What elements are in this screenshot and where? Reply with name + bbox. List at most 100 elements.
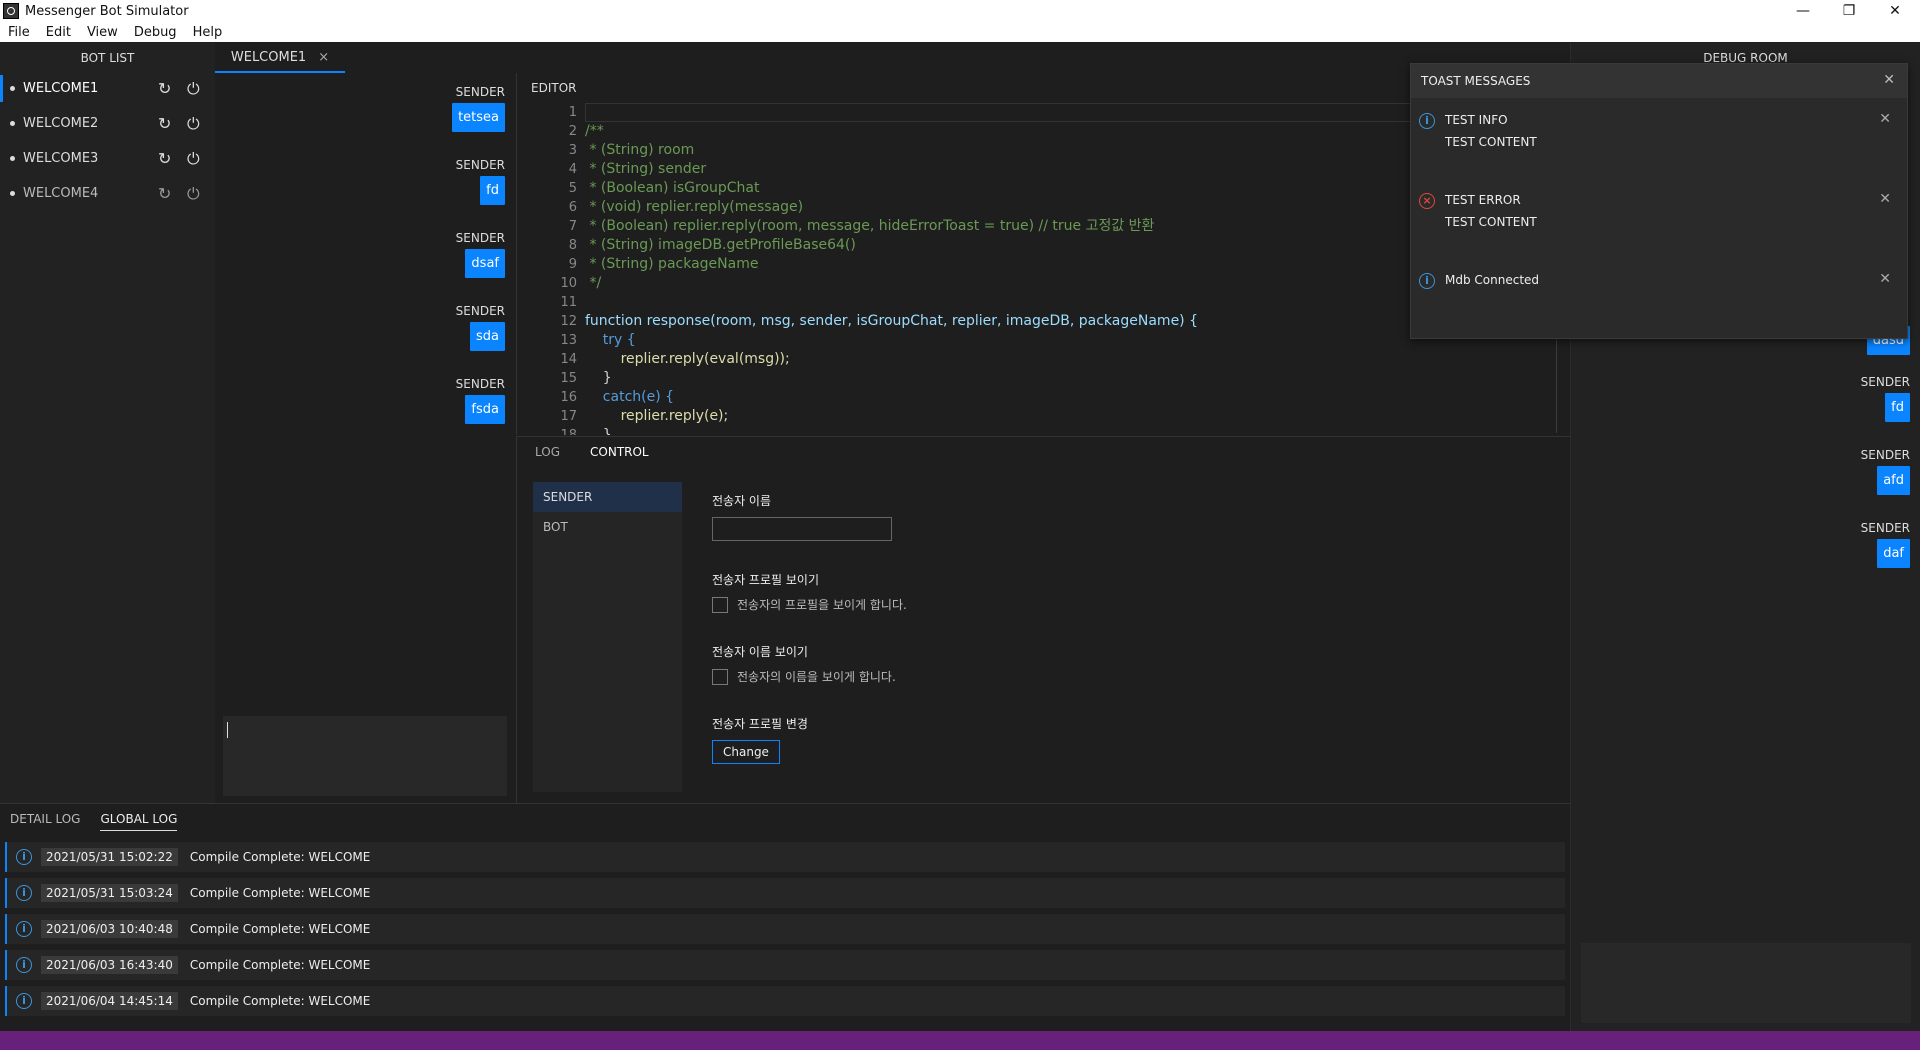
sender-message: SENDER dsaf	[456, 231, 505, 278]
power-icon[interactable]: ⏻	[187, 184, 200, 204]
reload-icon[interactable]: ↻	[158, 114, 171, 133]
bot-item-welcome3[interactable]: WELCOME3 ↻ ⏻	[0, 141, 215, 176]
bullet-icon	[10, 86, 15, 91]
code-area[interactable]: 1 2/** 3 * (String) room 4 * (String) se…	[517, 103, 1557, 435]
show-profile-label: 전송자 프로필 보이기	[712, 573, 819, 587]
tab-control[interactable]: CONTROL	[590, 445, 649, 459]
code-line: * (Boolean) isGroupChat	[585, 180, 760, 196]
close-window-button[interactable]: ✕	[1872, 0, 1918, 22]
log-row: i 2021/05/31 15:03:24 Compile Complete: …	[5, 878, 1565, 908]
code-line: * (String) imageDB.getProfileBase64()	[585, 237, 856, 253]
toast-item-title: TEST ERROR	[1445, 193, 1521, 207]
menu-view[interactable]: View	[79, 25, 126, 40]
code-line: replier.reply(e);	[585, 408, 729, 424]
show-name-row: 전송자의 이름을 보이게 합니다.	[712, 668, 1112, 685]
reload-icon[interactable]: ↻	[158, 79, 171, 98]
bullet-icon	[10, 191, 15, 196]
bot-item-welcome1[interactable]: WELCOME1 ↻ ⏻	[0, 71, 215, 106]
app-window: Messenger Bot Simulator — ❐ ✕ File Edit …	[0, 0, 1920, 1050]
change-profile-button[interactable]: Change	[712, 740, 780, 764]
log-timestamp: 2021/05/31 15:03:24	[41, 884, 178, 902]
toast-messages-panel: TOAST MESSAGES ✕ i TEST INFO TEST CONTEN…	[1410, 63, 1908, 339]
code-line: */	[585, 275, 602, 291]
toast-item-title: TEST INFO	[1445, 113, 1508, 127]
power-icon[interactable]: ⏻	[187, 79, 200, 99]
sender-name-input[interactable]	[712, 517, 892, 541]
info-icon: i	[16, 957, 32, 973]
minimize-button[interactable]: —	[1780, 0, 1826, 22]
toast-item-content: TEST CONTENT	[1445, 135, 1537, 149]
tab-welcome1[interactable]: WELCOME1 ×	[215, 43, 345, 73]
show-name-desc: 전송자의 이름을 보이게 합니다.	[737, 670, 896, 684]
log-timestamp: 2021/06/03 16:43:40	[41, 956, 178, 974]
show-profile-row: 전송자의 프로필을 보이게 합니다.	[712, 596, 1112, 613]
sender-message: SENDER afd	[1861, 448, 1910, 495]
bot-list-title: BOT LIST	[80, 51, 135, 65]
log-message: Compile Complete: WELCOME	[189, 850, 371, 864]
bot-item-label: WELCOME2	[23, 116, 99, 131]
menu-edit[interactable]: Edit	[38, 25, 79, 40]
sender-message: SENDER fsda	[456, 377, 505, 424]
tab-log[interactable]: LOG	[535, 445, 560, 459]
code-line: try {	[585, 332, 636, 348]
show-name-label: 전송자 이름 보이기	[712, 645, 808, 659]
reload-icon[interactable]: ↻	[158, 184, 171, 203]
debug-chat-input[interactable]	[1581, 943, 1911, 1023]
code-line: replier.reply(eval(msg));	[585, 351, 790, 367]
menu-debug[interactable]: Debug	[126, 25, 185, 40]
menu-bar: File Edit View Debug Help	[0, 22, 1920, 43]
chat-preview-panel: SENDER tetsea SENDER fd SENDER dsaf SEND…	[215, 73, 515, 803]
control-panel: LOG CONTROL SENDER BOT 전송자 이름 전송자 프로필 보이…	[516, 436, 1570, 803]
bot-item-welcome2[interactable]: WELCOME2 ↻ ⏻	[0, 106, 215, 141]
close-icon[interactable]: ✕	[1879, 111, 1891, 127]
close-icon[interactable]: ✕	[1883, 72, 1895, 88]
bullet-icon	[10, 121, 15, 126]
power-icon[interactable]: ⏻	[187, 149, 200, 169]
bot-item-label: WELCOME4	[23, 186, 99, 201]
menu-help[interactable]: Help	[185, 25, 231, 40]
toast-title: TOAST MESSAGES	[1421, 74, 1531, 88]
bot-item-label: WELCOME3	[23, 151, 99, 166]
show-profile-checkbox[interactable]	[712, 596, 728, 613]
show-name-checkbox[interactable]	[712, 668, 728, 685]
info-icon: i	[1419, 273, 1435, 289]
info-icon: i	[16, 849, 32, 865]
close-icon[interactable]: ✕	[1879, 271, 1891, 287]
sender-message: SENDER fd	[1861, 375, 1910, 422]
bot-list-panel: BOT LIST WELCOME1 ↻ ⏻ WELCOME2 ↻ ⏻ WELCO…	[0, 43, 215, 803]
code-line: function response(room, msg, sender, isG…	[585, 313, 1198, 329]
tab-label: WELCOME1	[230, 49, 307, 65]
sender-label: SENDER	[455, 231, 505, 245]
reload-icon[interactable]: ↻	[158, 149, 171, 168]
side-item-bot[interactable]: BOT	[533, 512, 682, 542]
log-message: Compile Complete: WELCOME	[189, 958, 371, 972]
tab-global-log[interactable]: GLOBAL LOG	[100, 812, 178, 831]
message-bubble: afd	[1877, 466, 1910, 495]
log-panel: DETAIL LOG GLOBAL LOG i 2021/05/31 15:02…	[0, 803, 1570, 1043]
sender-label: SENDER	[455, 304, 505, 318]
tab-detail-log[interactable]: DETAIL LOG	[10, 812, 80, 831]
sender-message: SENDER daf	[1861, 521, 1910, 568]
log-row: i 2021/06/03 16:43:40 Compile Complete: …	[5, 950, 1565, 980]
log-row: i 2021/06/03 10:40:48 Compile Complete: …	[5, 914, 1565, 944]
log-timestamp: 2021/06/04 14:45:14	[41, 992, 178, 1010]
window-title: Messenger Bot Simulator	[25, 3, 189, 19]
code-line: * (void) replier.reply(message)	[585, 199, 804, 215]
restore-button[interactable]: ❐	[1826, 0, 1872, 22]
message-bubble: tetsea	[452, 103, 505, 132]
bot-item-welcome4[interactable]: WELCOME4 ↻ ⏻	[0, 176, 215, 211]
sender-label: SENDER	[455, 158, 505, 172]
code-line: }	[585, 370, 612, 386]
side-item-sender[interactable]: SENDER	[533, 482, 682, 512]
log-tabs: DETAIL LOG GLOBAL LOG	[10, 812, 197, 831]
sender-message: SENDER tetsea	[452, 85, 505, 132]
chat-input[interactable]	[223, 716, 507, 796]
close-icon[interactable]: ✕	[1879, 191, 1891, 207]
menu-file[interactable]: File	[0, 25, 38, 40]
change-profile-label: 전송자 프로필 변경	[712, 717, 808, 731]
close-tab-icon[interactable]: ×	[318, 50, 329, 65]
toast-item-title: Mdb Connected	[1445, 273, 1540, 287]
info-icon: i	[16, 993, 32, 1009]
power-icon[interactable]: ⏻	[187, 114, 200, 134]
log-message: Compile Complete: WELCOME	[189, 886, 371, 900]
